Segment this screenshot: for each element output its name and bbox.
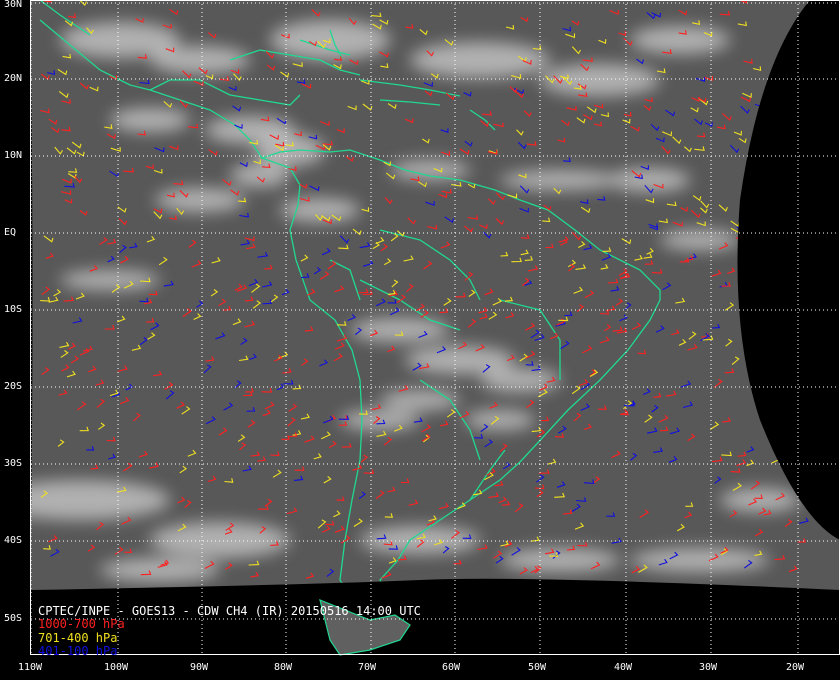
coastline-segment bbox=[759, 89, 840, 121]
lat-label: 10N bbox=[4, 150, 23, 161]
cloud-patch bbox=[610, 168, 690, 192]
map-canvas bbox=[30, 0, 840, 656]
lat-label: 30N bbox=[4, 0, 23, 10]
legend-high-level: 401-100 hPa bbox=[38, 644, 118, 658]
lon-label: 70W bbox=[358, 662, 377, 673]
lat-label: 50S bbox=[4, 613, 23, 624]
cloud-patch bbox=[390, 160, 470, 180]
wind-barb bbox=[771, 95, 780, 102]
wind-barb bbox=[776, 65, 785, 71]
wind-barb bbox=[737, 256, 748, 263]
cloud-patch bbox=[60, 270, 160, 290]
cloud-patch bbox=[360, 526, 480, 554]
satellite-wind-map: 30N 20N 10N EQ 10S 20S 30S 40S 50S 110W … bbox=[0, 0, 840, 680]
lon-label: 110W bbox=[18, 662, 43, 673]
cloud-patch bbox=[110, 108, 190, 132]
lon-label: 20W bbox=[786, 662, 805, 673]
lat-label: 10S bbox=[4, 304, 23, 315]
cloud-patch bbox=[630, 26, 730, 54]
lat-label: 20S bbox=[4, 381, 23, 392]
wind-barb bbox=[759, 238, 769, 244]
lon-label: 90W bbox=[190, 662, 209, 673]
lat-label: 40S bbox=[4, 535, 23, 546]
cloud-patch bbox=[630, 548, 770, 572]
lon-label: 60W bbox=[442, 662, 461, 673]
lon-label: 80W bbox=[274, 662, 293, 673]
map-title: CPTEC/INPE - GOES13 - CDW CH4 (IR) 20150… bbox=[38, 604, 421, 618]
wind-barb bbox=[747, 216, 756, 225]
lon-label: 50W bbox=[528, 662, 547, 673]
lon-label: 100W bbox=[104, 662, 129, 673]
cloud-patch bbox=[500, 170, 620, 190]
lon-label: 40W bbox=[614, 662, 633, 673]
cloud-patch bbox=[100, 558, 220, 582]
cloud-patch bbox=[720, 488, 800, 512]
wind-barb bbox=[760, 111, 770, 117]
cloud-patch bbox=[155, 188, 245, 212]
cloud-patch bbox=[405, 346, 515, 374]
cloud-patch bbox=[280, 198, 360, 222]
cloud-patch bbox=[480, 368, 560, 392]
cloud-patch bbox=[150, 522, 290, 558]
cloud-patch bbox=[150, 46, 250, 74]
lat-label: 30S bbox=[4, 458, 23, 469]
legend-mid-level: 701-400 hPa bbox=[38, 631, 118, 645]
wind-barb bbox=[786, 56, 797, 63]
lat-label: EQ bbox=[4, 227, 17, 238]
cloud-patch bbox=[410, 42, 550, 78]
legend-low-level: 1000-700 hPa bbox=[38, 617, 125, 631]
coastline-segment bbox=[799, 139, 840, 191]
cloud-patch bbox=[465, 410, 535, 430]
cloud-patch bbox=[230, 163, 290, 187]
cloud-patch bbox=[340, 410, 420, 430]
lat-label: 20N bbox=[4, 73, 23, 84]
wind-barb bbox=[770, 84, 779, 92]
cloud-patch bbox=[380, 390, 460, 410]
lon-label: 30W bbox=[699, 662, 718, 673]
